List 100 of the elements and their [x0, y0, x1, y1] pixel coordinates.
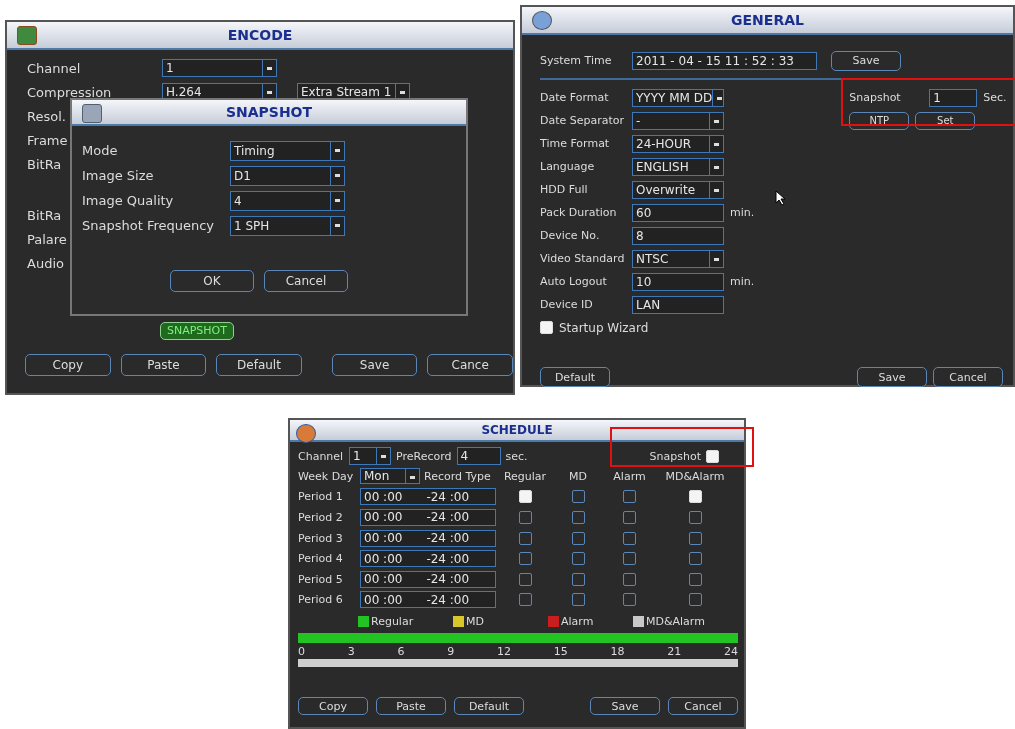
field-label: Mode: [82, 143, 119, 158]
hour-label: 3: [347, 644, 355, 658]
checkbox[interactable]: [518, 552, 532, 566]
action-button[interactable]: Save: [331, 353, 418, 376]
dialog-title: SNAPSHOT: [225, 104, 313, 120]
hour-label: 9: [447, 644, 455, 658]
action-button[interactable]: Cancel: [933, 367, 1003, 387]
checkbox[interactable]: [518, 572, 532, 586]
legend-label: Alarm: [561, 615, 594, 629]
mouse-cursor-icon: [775, 190, 787, 206]
input-field[interactable]: 4: [456, 447, 501, 465]
checkbox[interactable]: [623, 572, 636, 586]
legend-label: Regular: [371, 615, 414, 629]
action-button[interactable]: Paste: [120, 353, 207, 376]
dropdown-field[interactable]: Mon: [360, 468, 420, 485]
action-button[interactable]: Save: [857, 367, 927, 387]
legend-label: MD&Alarm: [646, 615, 705, 629]
action-button[interactable]: Copy: [298, 697, 368, 716]
field-label: Resol.: [27, 108, 66, 124]
window-title: ENCODE: [227, 27, 293, 43]
checkbox[interactable]: [623, 511, 636, 524]
checkbox[interactable]: [623, 593, 636, 607]
dropdown-field[interactable]: 4: [230, 190, 345, 211]
field-label: Snapshot Frequency: [82, 218, 216, 233]
checkbox[interactable]: [571, 593, 585, 607]
time-range-field[interactable]: 00 :00 -24 :00: [360, 591, 496, 609]
field-label: Channel: [298, 449, 344, 463]
dropdown-field[interactable]: -: [632, 111, 724, 130]
checkbox[interactable]: [623, 531, 636, 545]
time-range-field[interactable]: 00 :00 -24 :00: [360, 570, 496, 588]
input-field[interactable]: LAN: [632, 295, 724, 314]
dialog-button[interactable]: OK: [170, 270, 254, 292]
checkbox[interactable]: [688, 511, 702, 524]
action-button[interactable]: Paste: [376, 697, 446, 716]
time-range-field[interactable]: 00 :00 -24 :00: [360, 509, 496, 526]
action-button[interactable]: Cance: [427, 353, 513, 376]
dropdown-field[interactable]: 1 SPH: [230, 215, 345, 236]
time-range-field[interactable]: 00 :00 -24 :00: [360, 529, 496, 547]
field-label: Pack Duration: [540, 206, 618, 219]
dropdown-field[interactable]: Overwrite: [632, 180, 724, 199]
dropdown-field[interactable]: ENGLISH: [632, 157, 724, 176]
checkbox[interactable]: [571, 511, 585, 524]
checkbox[interactable]: [518, 531, 532, 545]
checkbox[interactable]: [571, 552, 585, 566]
period-label: Period 2: [298, 511, 344, 524]
checkbox-label: Startup Wizard: [559, 320, 649, 335]
snapshot-button[interactable]: SNAPSHOT: [160, 321, 234, 340]
column-header: MD: [568, 469, 588, 483]
field-label: Palare: [27, 231, 67, 247]
unit-label: Sec.: [983, 91, 1007, 104]
checkbox[interactable]: [518, 593, 532, 607]
field-label: Language: [540, 160, 596, 173]
save-time-button[interactable]: Save: [831, 50, 901, 71]
action-button[interactable]: Default: [454, 697, 524, 716]
checkbox[interactable]: [688, 531, 702, 545]
checkbox[interactable]: [571, 572, 585, 586]
field-label: BitRa: [27, 156, 62, 172]
hour-label: 12: [497, 644, 511, 658]
action-button[interactable]: Save: [590, 697, 660, 716]
dropdown-field[interactable]: Timing: [230, 140, 345, 161]
field-label: Auto Logout: [540, 275, 608, 288]
input-field[interactable]: 60: [632, 203, 724, 222]
time-range-field[interactable]: 00 :00 -24 :00: [360, 550, 496, 568]
action-button[interactable]: Copy: [25, 353, 111, 376]
checkbox[interactable]: [688, 593, 702, 607]
default-button[interactable]: Default: [540, 367, 610, 387]
checkbox[interactable]: [688, 572, 702, 586]
checkbox[interactable]: [518, 511, 532, 524]
action-button[interactable]: Default: [216, 353, 302, 376]
column-header: MD&Alarm: [664, 469, 726, 483]
field-label: Time Format: [540, 137, 611, 150]
period-label: Period 3: [298, 531, 344, 545]
action-button[interactable]: Cancel: [668, 697, 738, 716]
dropdown-field[interactable]: 1: [162, 59, 277, 77]
unit-label: sec.: [505, 449, 528, 463]
checkbox[interactable]: [623, 490, 636, 504]
field-label: Device No.: [540, 229, 601, 242]
dropdown-field[interactable]: YYYY MM DD: [632, 88, 724, 107]
checkbox[interactable]: [688, 552, 702, 566]
hour-label: 6: [397, 644, 405, 658]
field-label: Device ID: [540, 298, 594, 311]
dropdown-field[interactable]: NTSC: [632, 249, 724, 268]
hour-label: 21: [667, 644, 682, 658]
input-field[interactable]: 1: [929, 88, 978, 107]
dropdown-field[interactable]: D1: [230, 165, 345, 186]
period-label: Period 4: [298, 552, 344, 566]
dropdown-field[interactable]: 1: [349, 447, 391, 465]
checkbox[interactable]: [623, 552, 636, 566]
dialog-button[interactable]: Cancel: [264, 270, 348, 292]
time-range-field[interactable]: 00 :00 -24 :00: [360, 488, 496, 506]
time-field[interactable]: 2011 - 04 - 15 11 : 52 : 33: [632, 51, 817, 70]
column-header: Alarm: [612, 469, 647, 483]
checkbox[interactable]: [571, 531, 585, 545]
input-field[interactable]: 8: [632, 226, 724, 245]
input-field[interactable]: 10: [632, 272, 724, 291]
checkbox[interactable]: [571, 490, 585, 504]
field-label: Snapshot: [649, 449, 701, 463]
window-title: GENERAL: [731, 12, 804, 28]
dropdown-field[interactable]: 24-HOUR: [632, 134, 724, 153]
period-label: Period 5: [298, 572, 344, 586]
